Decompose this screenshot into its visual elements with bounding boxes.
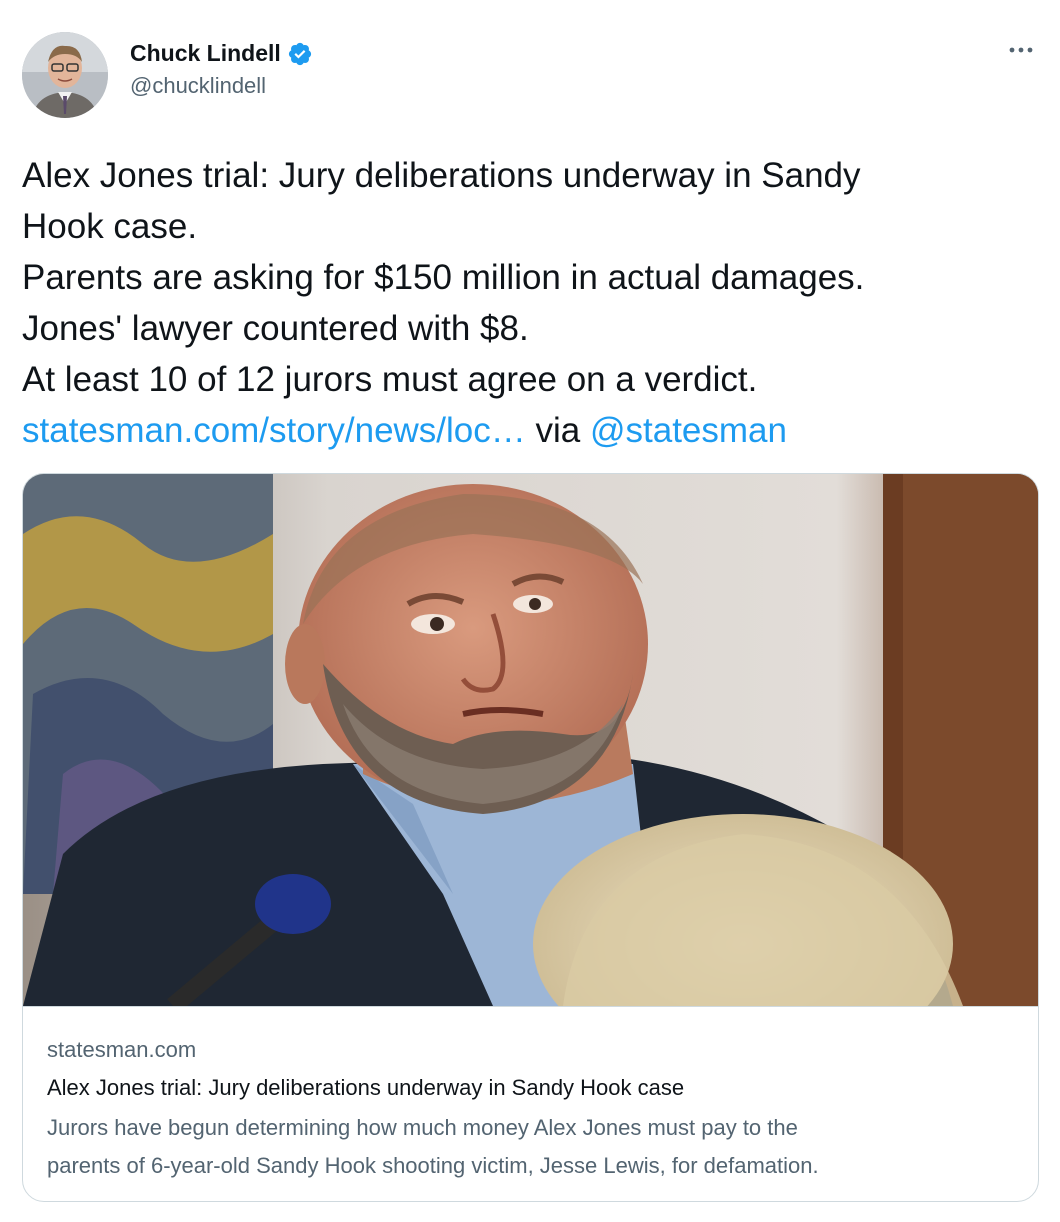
tweet: Chuck Lindell @chucklindell Alex Jones t… bbox=[0, 0, 1060, 1222]
mention-link[interactable]: @statesman bbox=[590, 411, 787, 450]
card-image[interactable] bbox=[23, 474, 1038, 1006]
more-options-icon[interactable] bbox=[1006, 40, 1036, 60]
article-link[interactable]: statesman.com/story/news/loc… bbox=[22, 411, 526, 450]
tweet-line: Hook case. bbox=[22, 207, 198, 246]
card-photo bbox=[23, 474, 1038, 1006]
card-description-line: Jurors have begun determining how much m… bbox=[47, 1115, 798, 1140]
author-name[interactable]: Chuck Lindell bbox=[130, 40, 281, 67]
verified-badge-icon bbox=[287, 41, 313, 67]
tweet-line: At least 10 of 12 jurors must agree on a… bbox=[22, 360, 758, 399]
avatar-photo bbox=[22, 32, 108, 118]
tweet-line: Parents are asking for $150 million in a… bbox=[22, 258, 865, 297]
card-description: Jurors have begun determining how much m… bbox=[47, 1109, 1016, 1185]
tweet-line: Alex Jones trial: Jury deliberations und… bbox=[22, 156, 861, 195]
tweet-text: Alex Jones trial: Jury deliberations und… bbox=[22, 150, 1032, 456]
via-text: via bbox=[525, 411, 590, 450]
card-description-line: parents of 6-year-old Sandy Hook shootin… bbox=[47, 1153, 819, 1178]
card-title[interactable]: Alex Jones trial: Jury deliberations und… bbox=[47, 1073, 1016, 1103]
tweet-line: Jones' lawyer countered with $8. bbox=[22, 309, 529, 348]
avatar[interactable] bbox=[22, 32, 108, 118]
author-block: Chuck Lindell @chucklindell bbox=[130, 40, 313, 99]
author-handle[interactable]: @chucklindell bbox=[130, 73, 313, 99]
card-domain: statesman.com bbox=[47, 1037, 197, 1062]
tweet-header: Chuck Lindell @chucklindell bbox=[22, 32, 1040, 122]
card-info: statesman.com Alex Jones trial: Jury del… bbox=[23, 1006, 1038, 1201]
link-preview-card[interactable]: statesman.com Alex Jones trial: Jury del… bbox=[22, 473, 1039, 1202]
tweet-link-line: statesman.com/story/news/loc… via @state… bbox=[22, 405, 1032, 456]
